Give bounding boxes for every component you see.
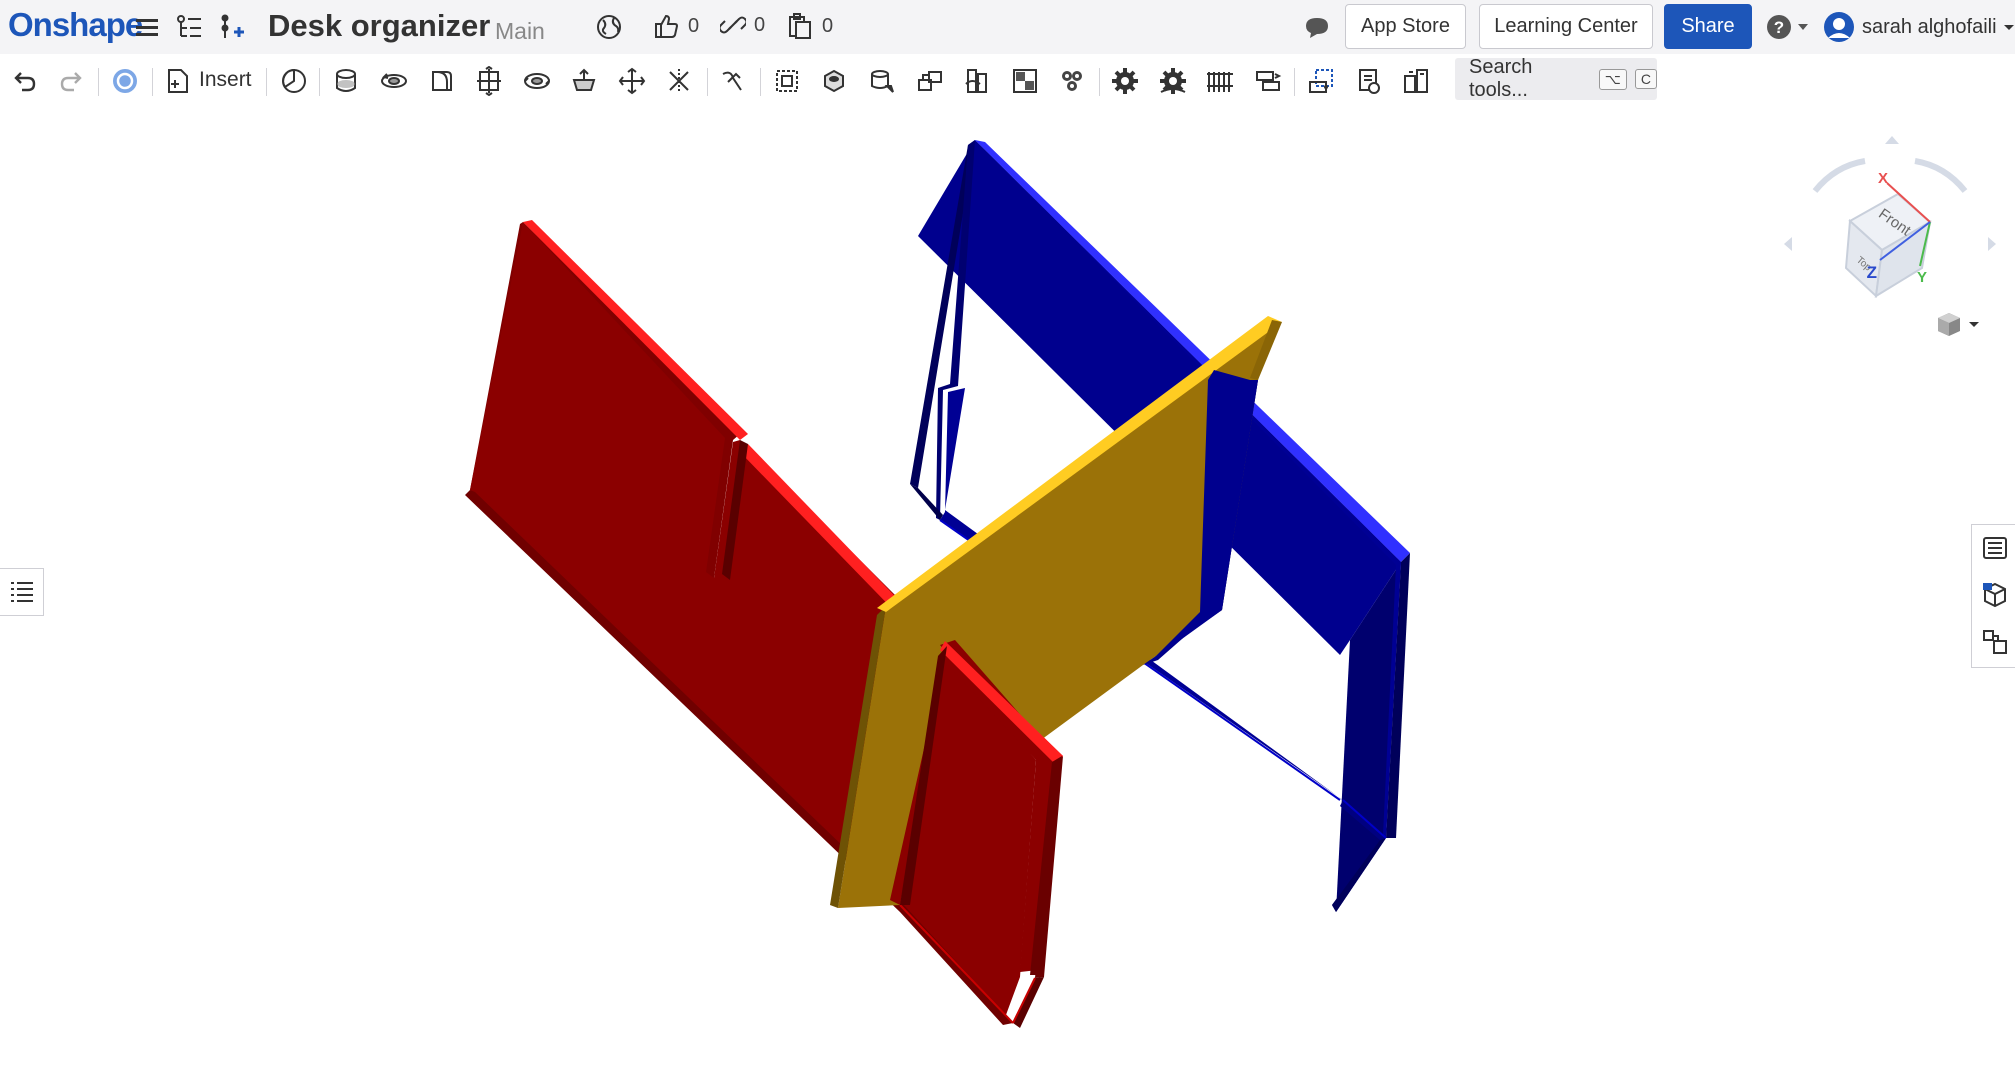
- toolbar-divider: [707, 68, 708, 96]
- comments-icon[interactable]: [1302, 12, 1332, 42]
- mate-features-panel-icon[interactable]: [1980, 627, 2010, 657]
- view-left-arrow[interactable]: [1784, 237, 1792, 251]
- avatar: [1824, 12, 1854, 42]
- axis-y-label: Y: [1917, 269, 1927, 286]
- delete-part-icon[interactable]: [1158, 66, 1188, 96]
- thicken-icon[interactable]: [522, 66, 552, 96]
- svg-text:?: ?: [1774, 18, 1784, 37]
- axis-x-label: X: [1878, 170, 1888, 187]
- boolean-icon[interactable]: [1010, 66, 1040, 96]
- thumbs-up-icon: [655, 14, 679, 38]
- app-store-button[interactable]: App Store: [1345, 4, 1466, 49]
- variable-studio-icon[interactable]: [1401, 66, 1431, 96]
- sketch-icon[interactable]: [279, 66, 309, 96]
- shortcut-key-c: C: [1634, 69, 1657, 89]
- document-title[interactable]: Desk organizer: [268, 8, 490, 44]
- split-icon[interactable]: [1057, 66, 1087, 96]
- move-face-icon[interactable]: [1253, 66, 1283, 96]
- view-mode-menu[interactable]: [1936, 311, 1980, 337]
- enclose-icon[interactable]: [569, 66, 599, 96]
- right-panel-tabs: [1971, 524, 2015, 668]
- help-icon[interactable]: ?: [1765, 12, 1811, 42]
- circular-pattern-icon[interactable]: [915, 66, 945, 96]
- learning-center-button[interactable]: Learning Center: [1479, 4, 1653, 49]
- list-icon: [10, 582, 33, 602]
- links-stat[interactable]: 0: [720, 12, 765, 38]
- search-tools-placeholder: Search tools...: [1469, 56, 1533, 101]
- globe-icon[interactable]: [594, 12, 624, 42]
- regenerate-icon[interactable]: [110, 66, 140, 96]
- undo-icon[interactable]: [9, 66, 39, 96]
- plane-icon[interactable]: [1306, 66, 1336, 96]
- part-model[interactable]: [0, 106, 2015, 1067]
- search-tools-input[interactable]: Search tools... ⌥ C: [1455, 56, 1657, 101]
- axis-z-label: Z: [1867, 263, 1877, 282]
- insert-label: Insert: [199, 68, 252, 91]
- transform-icon[interactable]: [1110, 66, 1140, 96]
- onshape-logo[interactable]: Onshape: [8, 6, 143, 44]
- toolbar-divider: [1099, 68, 1100, 96]
- toolbar-divider: [98, 68, 99, 96]
- yellow-panel-part[interactable]: [830, 316, 1282, 975]
- share-button[interactable]: Share: [1664, 4, 1752, 49]
- linear-pattern-icon[interactable]: [867, 66, 897, 96]
- link-icon: [720, 16, 746, 34]
- shortcut-key-option: ⌥: [1598, 68, 1627, 90]
- view-right-arrow[interactable]: [1988, 237, 1996, 251]
- insert-icon: [168, 69, 188, 93]
- chamfer-icon[interactable]: [664, 66, 694, 96]
- branch-name[interactable]: Main: [495, 18, 545, 45]
- insert-feature-icon[interactable]: [217, 12, 247, 42]
- toolbar-divider: [760, 68, 761, 96]
- redo-icon[interactable]: [57, 66, 87, 96]
- chevron-down-icon: [2003, 25, 2014, 30]
- toolbar-divider: [266, 68, 267, 96]
- mirror-icon[interactable]: [962, 66, 992, 96]
- insert-button[interactable]: Insert: [165, 64, 252, 96]
- draft-icon[interactable]: [718, 66, 748, 96]
- likes-count: 0: [688, 14, 700, 37]
- loft-icon[interactable]: [474, 65, 504, 97]
- user-name: sarah alghofaili: [1862, 15, 1997, 38]
- toolbar-divider: [319, 68, 320, 96]
- user-menu[interactable]: sarah alghofaili: [1822, 10, 2015, 44]
- toolbar-divider: [152, 68, 153, 96]
- extrude-icon[interactable]: [331, 66, 361, 96]
- graphics-viewport[interactable]: Front Top X Y Z: [0, 106, 2015, 1067]
- toolbar-divider: [1294, 68, 1295, 96]
- chevron-down-icon: [1969, 322, 1979, 327]
- mate-connector-icon[interactable]: [1354, 66, 1384, 96]
- revolve-icon[interactable]: [379, 66, 409, 96]
- cube-icon: [1938, 313, 1960, 336]
- likes-stat[interactable]: 0: [652, 12, 699, 40]
- copies-stat[interactable]: 0: [786, 12, 833, 40]
- configuration-panel-icon[interactable]: [1980, 580, 2010, 610]
- links-count: 0: [754, 13, 766, 36]
- sweep-icon[interactable]: [427, 66, 457, 96]
- fillet-icon[interactable]: [617, 66, 647, 96]
- modify-fillet-icon[interactable]: [1205, 66, 1235, 96]
- view-up-arrow[interactable]: [1885, 136, 1899, 144]
- top-bar: Onshape Desk organizer Main 0 0 0 App St…: [0, 0, 2015, 54]
- copies-count: 0: [822, 14, 834, 37]
- feature-list-icon[interactable]: [174, 12, 204, 42]
- appearance-panel-icon[interactable]: [1980, 533, 2010, 563]
- feature-list-toggle[interactable]: [0, 568, 44, 616]
- hole-icon[interactable]: [819, 66, 849, 96]
- main-menu-icon[interactable]: [132, 12, 162, 42]
- shell-icon[interactable]: [772, 66, 802, 96]
- feature-toolbar: Insert Search tools... ⌥ C: [0, 54, 2015, 106]
- clipboard-icon: [789, 13, 811, 39]
